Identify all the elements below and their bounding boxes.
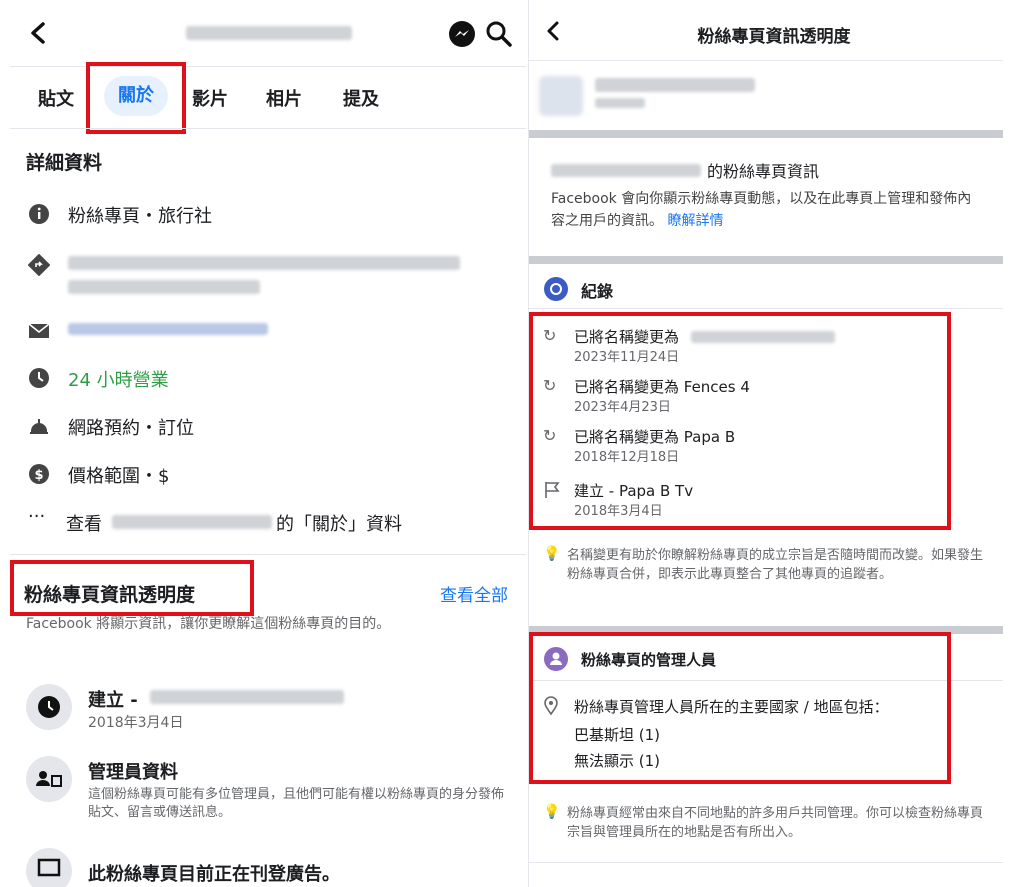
- admins-note: 💡 粉絲專頁經常由來自不同地點的許多用戶共同管理。你可以檢查粉絲專頁宗旨與管理員…: [543, 804, 983, 848]
- tab-photos[interactable]: 相片: [266, 85, 302, 111]
- history-note: 💡 名稱變更有助於你瞭解粉絲專頁的成立宗旨是否隨時間而改變。如果發生粉絲專頁合併…: [543, 546, 983, 610]
- detail-address: [28, 252, 508, 300]
- tab-videos[interactable]: 影片: [192, 85, 228, 111]
- details-heading: 詳細資料: [26, 152, 103, 174]
- price-text: 價格範圍・$: [68, 466, 170, 487]
- info-icon: [29, 204, 49, 224]
- more-dots-icon: ···: [28, 506, 46, 527]
- highlight-box-history: [529, 312, 951, 530]
- created-icon-circle: [26, 684, 72, 730]
- header-title: 粉絲專頁資訊透明度: [697, 27, 851, 47]
- category-text: 粉絲專頁・旅行社: [68, 206, 212, 227]
- see-about-prefix: 查看: [66, 514, 102, 535]
- page-meta-blurred: [595, 98, 645, 108]
- ads-row[interactable]: 此粉絲專頁目前正在刊登廣告。: [26, 848, 516, 887]
- page-name-blurred: [112, 515, 272, 529]
- tab-label: 貼文: [38, 89, 74, 110]
- page-info-section: 的粉絲專頁資訊 Facebook 會向你顯示粉絲專頁動態，以及在此專頁上管理和發…: [551, 158, 1001, 238]
- history-header: 紀錄: [543, 276, 993, 304]
- info-title: 的粉絲專頁資訊: [707, 162, 820, 181]
- admins-note-text: 粉絲專頁經常由來自不同地點的許多用戶共同管理。你可以檢查粉絲專頁宗旨與管理員所在…: [567, 806, 984, 840]
- admin-icon-circle: [26, 756, 72, 802]
- ads-text: 此粉絲專頁目前正在刊登廣告。: [88, 864, 340, 885]
- ads-icon-circle: [26, 848, 72, 887]
- page-profile-row: [539, 66, 1009, 122]
- history-heading: 紀錄: [581, 282, 614, 301]
- tab-mentions[interactable]: 提及: [343, 85, 379, 111]
- search-icon: [486, 21, 512, 47]
- tab-posts[interactable]: 貼文: [38, 85, 74, 111]
- info-description: Facebook 會向你顯示粉絲專頁動態，以及在此專頁上管理和發佈內容之用戶的資…: [551, 188, 981, 232]
- highlight-box-about-tab: [86, 62, 186, 134]
- detail-hours: 24 小時營業: [28, 366, 508, 392]
- info-desc-text: Facebook 會向你顯示粉絲專頁動態，以及在此專頁上管理和發佈內容之用戶的資…: [551, 191, 972, 229]
- directions-icon: [28, 254, 50, 276]
- see-about-suffix: 的「關於」資料: [276, 514, 402, 535]
- page-name-blurred: [551, 164, 701, 177]
- transparency-description: Facebook 將顯示資訊，讓你更瞭解這個粉絲專頁的目的。: [26, 616, 391, 632]
- booking-text: 網路預約・訂位: [68, 418, 194, 439]
- admin-person-icon: [36, 771, 62, 787]
- admin-info-row[interactable]: 管理員資料 這個粉絲專頁可能有多位管理員，且他們可能有權以粉絲專頁的身分發佈貼文…: [26, 756, 516, 828]
- service-bell-icon: [30, 419, 48, 434]
- see-about-link[interactable]: ··· 查看 的「關於」資料: [28, 506, 508, 536]
- clock-icon: [38, 696, 60, 718]
- detail-booking: 網路預約・訂位: [28, 414, 508, 440]
- page-name-blurred: [150, 690, 344, 704]
- detail-price: $ 價格範圍・$: [28, 462, 508, 488]
- messenger-button[interactable]: [447, 19, 477, 49]
- tab-label: 影片: [192, 89, 228, 110]
- admin-title: 管理員資料: [88, 762, 178, 783]
- mail-icon: [28, 323, 50, 338]
- tab-label: 提及: [343, 89, 379, 110]
- clock-icon: [29, 368, 49, 388]
- address-blurred-line2: [68, 280, 260, 294]
- address-blurred: [68, 256, 460, 270]
- highlight-box-admins: [529, 632, 951, 784]
- detail-category: 粉絲專頁・旅行社: [28, 202, 508, 228]
- created-date: 2018年3月4日: [88, 715, 184, 731]
- back-arrow-icon: [31, 22, 45, 44]
- messenger-icon: [449, 21, 475, 47]
- detail-email[interactable]: [28, 318, 508, 344]
- history-note-text: 名稱變更有助於你瞭解粉絲專頁的成立宗旨是否隨時間而改變。如果發生粉絲專頁合併，即…: [567, 548, 984, 582]
- page-avatar-blurred: [539, 76, 583, 116]
- svg-text:$: $: [34, 468, 43, 483]
- dollar-icon: $: [29, 464, 49, 484]
- page-name-blurred: [595, 78, 755, 92]
- right-panel: 粉絲專頁資訊透明度 的粉絲專頁資訊 Facebook 會向你顯示粉絲專頁動態，以…: [528, 0, 1024, 887]
- monitor-icon: [37, 858, 61, 877]
- page-name-blurred: [186, 26, 352, 40]
- learn-more-link[interactable]: 瞭解詳情: [667, 213, 723, 229]
- highlight-box-transparency: [10, 560, 254, 616]
- history-clock-icon: [544, 277, 568, 301]
- lightbulb-icon: 💡: [543, 804, 561, 820]
- tab-label: 相片: [266, 89, 302, 110]
- search-button[interactable]: [485, 20, 513, 48]
- created-label: 建立 -: [88, 690, 138, 711]
- lightbulb-icon: 💡: [543, 546, 561, 562]
- created-row: 建立 - 2018年3月4日: [26, 684, 506, 736]
- hours-text: 24 小時營業: [68, 370, 169, 391]
- back-button[interactable]: [26, 20, 52, 46]
- admin-description: 這個粉絲專頁可能有多位管理員，且他們可能有權以粉絲專頁的身分發佈貼文、留言或傳送…: [88, 787, 505, 820]
- email-blurred: [68, 323, 268, 335]
- left-panel: 貼文 關於 影片 相片 提及 詳細資料 粉絲專頁・旅行社 24 小時營業 網路預…: [0, 0, 528, 887]
- see-all-link[interactable]: 查看全部: [440, 581, 508, 606]
